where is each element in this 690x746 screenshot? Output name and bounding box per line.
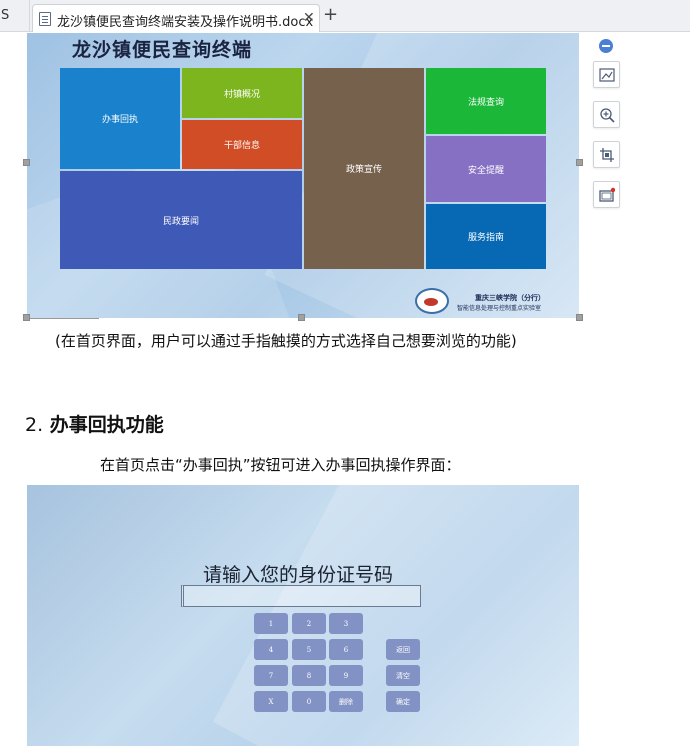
section-title: 办事回执功能	[49, 414, 164, 436]
resize-handle-bottom-right[interactable]	[576, 314, 583, 321]
footer-school: 重庆三峡学院（分行）	[475, 294, 545, 302]
tile-ganbu: 干部信息	[182, 120, 302, 169]
key-5: 5	[292, 639, 326, 660]
tile-fagui: 法规查询	[426, 68, 546, 134]
image-layout-icon	[599, 68, 615, 82]
kiosk-title: 龙沙镇便民查询终端	[72, 39, 253, 61]
tile-fuwu-label: 服务指南	[467, 233, 504, 243]
tile-cunzhen-label: 村镇概况	[223, 89, 260, 100]
selection-border	[27, 318, 99, 319]
collapse-icon[interactable]	[599, 39, 613, 53]
image-layout-button[interactable]	[593, 61, 620, 88]
zoom-in-icon	[600, 108, 615, 123]
tile-banshi: 办事回执	[60, 68, 180, 169]
new-tab-icon[interactable]: +	[323, 6, 338, 24]
id-prompt: 请输入您的身份证号码	[203, 564, 394, 586]
id-number-input	[181, 585, 421, 607]
tile-minzheng-label: 民政要闻	[162, 216, 199, 227]
key-7: 7	[254, 665, 288, 686]
tab-active-document[interactable]: 龙沙镇便民查询终端安装及操作说明书.docx ✕	[32, 4, 320, 32]
tile-minzheng: 民政要闻	[60, 171, 302, 269]
tile-zhengce: 政策宣传	[304, 68, 424, 269]
key-0: 0	[292, 691, 326, 712]
tile-fuwu: 服务指南	[426, 204, 546, 269]
resize-handle-bottom[interactable]	[298, 314, 305, 321]
tile-cunzhen: 村镇概况	[182, 68, 302, 118]
receipt-screen-image[interactable]: 请输入您的身份证号码 1 2 3 4 5 6 7 8 9 X 0 删除 返回 清…	[27, 485, 579, 746]
key-9: 9	[329, 665, 363, 686]
resize-handle-bottom-left[interactable]	[23, 314, 30, 321]
key-2: 2	[292, 613, 326, 634]
tile-anquan-label: 安全提醒	[467, 165, 504, 176]
key-3: 3	[329, 613, 363, 634]
crop-icon	[600, 148, 614, 162]
key-clear: 清空	[386, 665, 420, 686]
tile-banshi-label: 办事回执	[101, 115, 138, 125]
section-number: 2.	[25, 414, 44, 436]
tab-bar: S 龙沙镇便民查询终端安装及操作说明书.docx ✕ +	[0, 0, 690, 32]
tile-ganbu-label: 干部信息	[223, 141, 260, 151]
tab-previous[interactable]: S	[0, 0, 30, 32]
tab-title: 龙沙镇便民查询终端安装及操作说明书.docx	[57, 15, 314, 30]
tab-previous-label: S	[1, 8, 10, 23]
key-4: 4	[254, 639, 288, 660]
frame-button[interactable]	[593, 181, 620, 208]
frame-icon	[599, 187, 615, 202]
body-paragraph: 在首页点击“办事回执”按钮可进入办事回执操作界面：	[100, 456, 461, 474]
resize-handle-right[interactable]	[576, 159, 583, 166]
key-delete: 删除	[329, 691, 363, 712]
zoom-in-button[interactable]	[593, 101, 620, 128]
close-tab-icon[interactable]: ✕	[303, 10, 315, 26]
image-caption: (在首页界面，用户可以通过手指触摸的方式选择自己想要浏览的功能)	[55, 332, 517, 350]
key-1: 1	[254, 613, 288, 634]
document-icon	[39, 12, 51, 26]
tile-fagui-label: 法规查询	[467, 97, 504, 108]
school-logo-icon	[415, 288, 449, 314]
key-6: 6	[329, 639, 363, 660]
key-back: 返回	[386, 639, 420, 660]
document-canvas: 龙沙镇便民查询终端 办事回执 村镇概况 干部信息 政策宣传 法规查询 安全提醒 …	[0, 33, 690, 746]
tile-zhengce-label: 政策宣传	[345, 165, 382, 175]
resize-handle-left[interactable]	[23, 159, 30, 166]
footer-lab: 智能信息处理与控制重点实验室	[457, 305, 542, 312]
key-confirm: 确定	[386, 691, 420, 712]
tile-anquan: 安全提醒	[426, 136, 546, 202]
key-x: X	[254, 691, 288, 712]
crop-button[interactable]	[593, 141, 620, 168]
section-heading: 2. 办事回执功能	[25, 410, 164, 437]
key-8: 8	[292, 665, 326, 686]
kiosk-home-image[interactable]: 龙沙镇便民查询终端 办事回执 村镇概况 干部信息 政策宣传 法规查询 安全提醒 …	[27, 33, 579, 318]
